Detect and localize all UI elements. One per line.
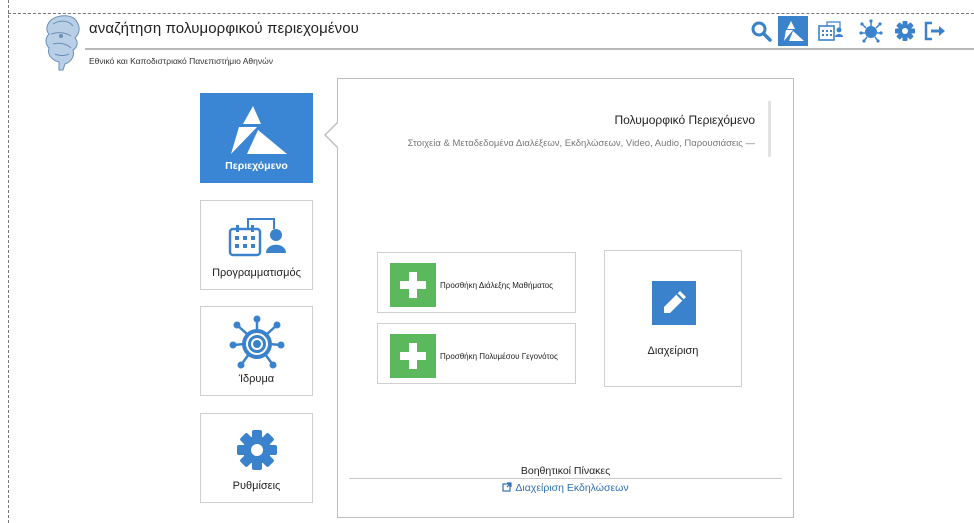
institution-icon [201, 315, 312, 369]
plus-icon [390, 263, 436, 307]
calendar-user-icon [201, 215, 312, 259]
organization-name: Εθνικό και Καποδιστριακό Πανεπιστήμιο Αθ… [89, 56, 273, 66]
edit-icon [652, 281, 696, 325]
top-toolbar [734, 16, 974, 46]
external-link-icon [502, 482, 512, 495]
auxiliary-tables-title: Βοηθητικοί Πίνακες [520, 465, 611, 477]
panel-scrollbar[interactable] [768, 101, 771, 157]
tile-institution[interactable]: Ίδρυμα [200, 306, 313, 396]
add-lecture-button[interactable]: Προσθήκη Διάλεξης Μαθήματος [377, 252, 576, 313]
manage-label: Διαχείριση [647, 345, 699, 357]
gear-icon[interactable] [890, 16, 920, 46]
content-triangles-icon[interactable] [778, 16, 808, 46]
auxiliary-divider [349, 478, 782, 479]
scheduling-icon[interactable] [816, 16, 846, 46]
tile-settings[interactable]: Ρυθμίσεις [200, 413, 313, 503]
tile-content[interactable]: Περιεχόμενο [200, 93, 313, 183]
manage-events-label: Διαχείριση Εκδηλώσεων [515, 482, 629, 494]
add-media-event-button[interactable]: Προσθήκη Πολυμέσου Γεγονότος [377, 323, 576, 384]
panel-pointer-fill [326, 123, 338, 147]
university-logo [39, 14, 87, 72]
content-triangles-icon [201, 106, 312, 154]
gear-icon [201, 428, 312, 472]
manage-button[interactable]: Διαχείριση [604, 250, 742, 387]
tile-content-label: Περιεχόμενο [225, 160, 288, 172]
page-frame-left [8, 0, 9, 523]
panel-subtitle: Στοιχεία & Μεταδεδομένα Διαλέξεων, Εκδηλ… [407, 138, 755, 149]
tile-institution-label: Ίδρυμα [238, 373, 275, 385]
add-media-event-label: Προσθήκη Πολυμέσου Γεγονότος [440, 352, 558, 361]
panel-title: Πολυμορφικό Περιεχόμενο [614, 113, 755, 127]
tile-settings-label: Ρυθμίσεις [232, 480, 281, 492]
header-divider [85, 48, 974, 50]
app-title: αναζήτηση πολυμορφικού περιεχομένου [89, 20, 359, 37]
institution-icon[interactable] [856, 16, 886, 46]
plus-icon [390, 334, 436, 378]
tile-scheduling-label: Προγραμματισμός [212, 267, 301, 279]
manage-events-link[interactable]: Διαχείριση Εκδηλώσεων [337, 482, 794, 495]
search-icon[interactable] [746, 16, 776, 46]
logout-icon[interactable] [920, 16, 950, 46]
tile-scheduling[interactable]: Προγραμματισμός [200, 200, 313, 290]
add-lecture-label: Προσθήκη Διάλεξης Μαθήματος [440, 281, 554, 290]
